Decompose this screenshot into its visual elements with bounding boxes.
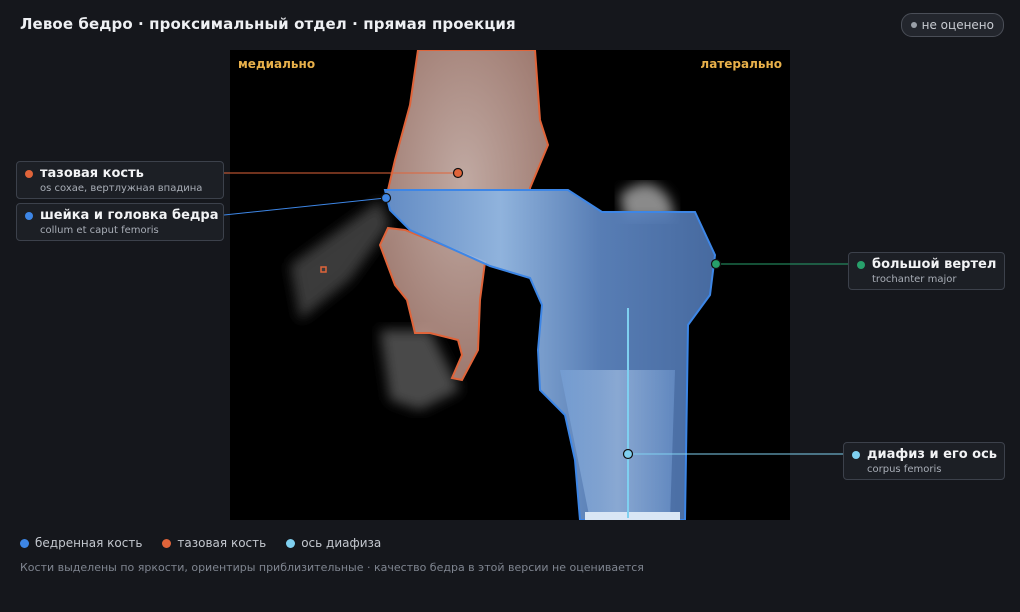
legend-pelvis-label: тазовая кость <box>177 536 267 550</box>
legend-femur-label: бедренная кость <box>35 536 143 550</box>
xray-image[interactable]: медиально латерально <box>230 50 790 520</box>
legend-axis-dot <box>286 538 296 548</box>
ramus-shadow <box>380 330 460 410</box>
orientation-lateral: латерально <box>700 57 782 71</box>
callout-pelvis[interactable]: тазовая кость os coxae, вертлужная впади… <box>16 161 224 199</box>
status-dot <box>910 22 917 28</box>
legend-item-pelvis: тазовая кость <box>162 536 266 550</box>
shaft-base <box>585 512 680 520</box>
callout-pelvis-name: тазовая кость <box>40 166 144 181</box>
ischium-shadow <box>290 200 390 320</box>
callout-neck-name: шейка и головка бедра <box>40 208 219 223</box>
pelvis-dot <box>25 170 33 178</box>
legend-item-femur: бедренная кость <box>20 536 142 550</box>
legend: бедренная кость тазовая кость ось диафиз… <box>20 536 381 550</box>
orientation-medial: медиально <box>238 57 316 71</box>
callout-trochanter-latin: trochanter major <box>872 274 957 285</box>
legend-item-axis: ось диафиза <box>286 536 381 550</box>
status-badge: не оценено <box>900 13 1004 37</box>
xray-canvas <box>290 50 717 520</box>
legend-axis-label: ось диафиза <box>301 536 382 550</box>
callout-neck[interactable]: шейка и головка бедра collum et caput fe… <box>16 203 224 241</box>
callout-trochanter-name: большой вертел <box>872 257 997 272</box>
callout-shaft-name: диафиз и его ось <box>867 447 998 462</box>
status-badge-label: не оценено <box>921 18 994 32</box>
shaft-dot <box>852 451 860 459</box>
legend-pelvis-dot <box>162 538 172 548</box>
trochanter-dot <box>857 261 865 269</box>
neck-dot <box>25 212 33 220</box>
callout-pelvis-latin: os coxae, вертлужная впадина <box>40 183 203 194</box>
callout-shaft[interactable]: диафиз и его ось corpus femoris <box>843 442 1005 480</box>
callout-trochanter[interactable]: большой вертел trochanter major <box>848 252 1005 290</box>
callout-shaft-latin: corpus femoris <box>867 464 942 475</box>
callout-neck-latin: collum et caput femoris <box>40 225 159 236</box>
page-title: Левое бедро · проксимальный отдел · прям… <box>20 15 516 33</box>
footnote: Кости выделены по яркости, ориентиры при… <box>20 561 644 574</box>
legend-femur-dot <box>20 538 29 548</box>
